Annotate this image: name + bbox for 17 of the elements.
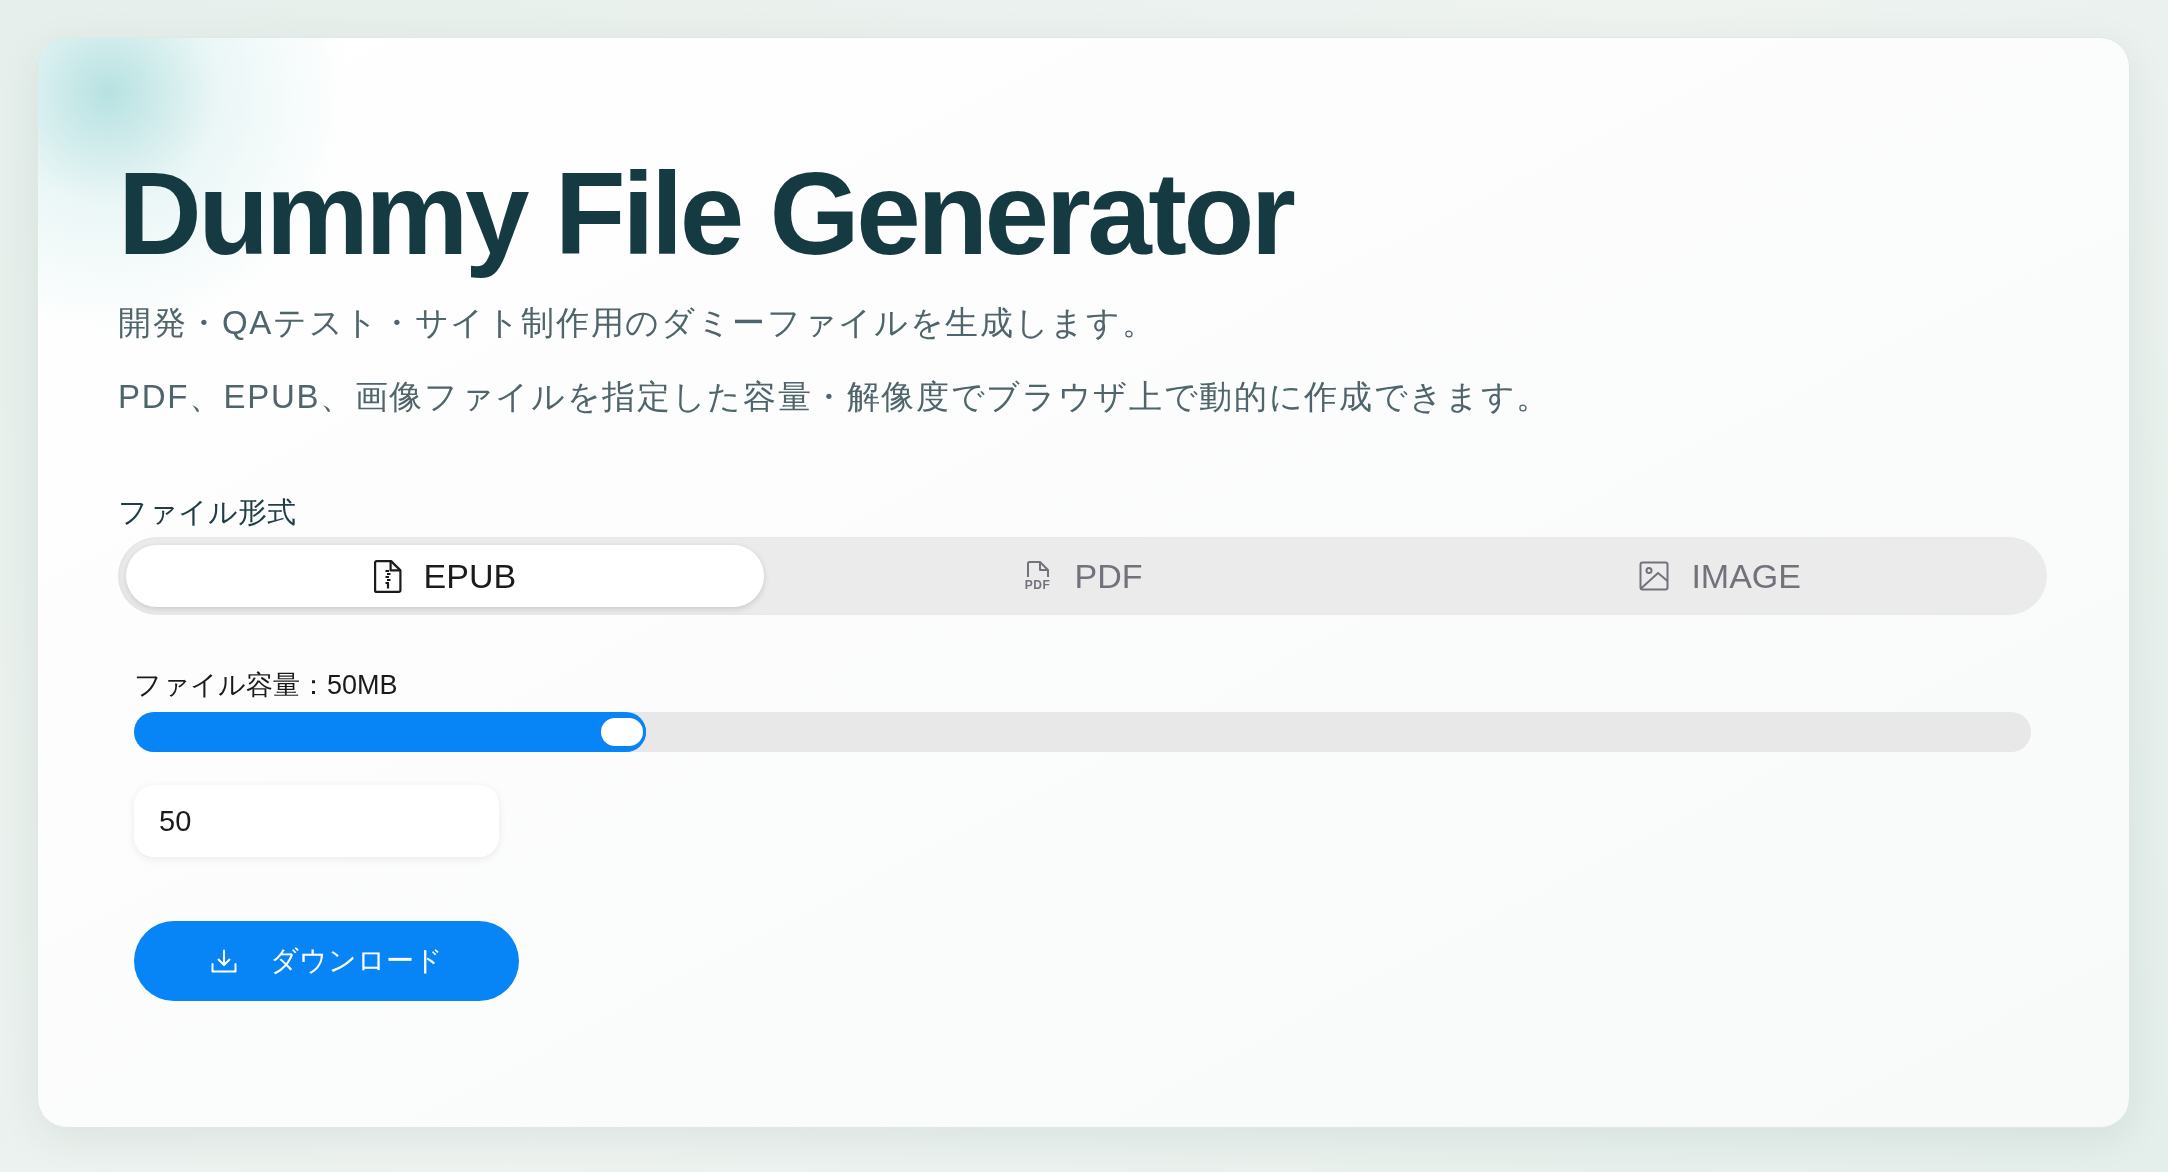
image-icon: [1639, 561, 1670, 591]
format-tab[interactable]: PDF PDF: [763, 545, 1402, 607]
file-icon: [1025, 560, 1050, 578]
description-text: PDF、EPUB、画像ファイルを指定した容量・解像度でブラウザ上で動的に作成できます。: [118, 377, 1551, 417]
file-zipper-icon: [373, 559, 402, 593]
format-tab[interactable]: EPUB: [126, 545, 764, 607]
icon-caption: PDF: [1024, 578, 1051, 592]
number-field[interactable]: 50: [134, 785, 499, 857]
field-label: ファイル形式: [118, 495, 296, 530]
format-tab[interactable]: IMAGE: [1401, 545, 2039, 607]
download-button[interactable]: ダウンロード: [134, 921, 519, 1001]
download-icon: [210, 949, 237, 973]
slider-track[interactable]: [134, 712, 2031, 752]
page-title: Dummy File Generator: [118, 148, 1295, 281]
slider-thumb[interactable]: [598, 715, 647, 749]
description-text: 開発・QAテスト・サイト制作用のダミーファイルを生成します。: [118, 303, 1157, 343]
field-label: ファイル容量：50MB: [134, 669, 398, 702]
